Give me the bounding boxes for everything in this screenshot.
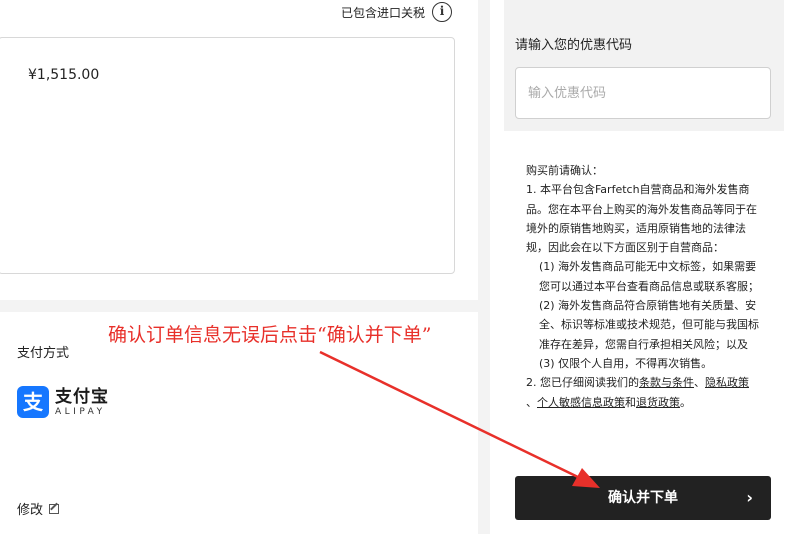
alipay-name-cn: 支付宝 [55, 386, 109, 407]
checkout-sidebar: 请输入您的优惠代码 购买前请确认： 1. 本平台包含Farfetch自营商品和海… [490, 0, 793, 534]
order-total-price: ¥1,515.00 [28, 67, 100, 83]
info-icon[interactable]: i [432, 2, 452, 22]
confirm-order-button[interactable]: 确认并下单 › [515, 476, 771, 520]
alipay-logo: 支 支付宝 ALIPAY [17, 386, 109, 418]
confirm-order-label: 确认并下单 [608, 490, 678, 506]
notice-item-1: 1. 本平台包含Farfetch自营商品和海外发售商品。您在本平台上购买的海外发… [526, 183, 757, 255]
chevron-right-icon: › [746, 488, 753, 507]
edit-label: 修改 [17, 503, 44, 518]
notice-sub-1: (1) 海外发售商品可能无中文标签，如果需要您可以通过本平台查看商品信息或联系客… [539, 260, 759, 293]
promo-code-label: 请输入您的优惠代码 [515, 38, 633, 53]
section-divider [0, 300, 478, 312]
instruction-annotation: 确认订单信息无误后点击“确认并下单” [108, 324, 432, 346]
alipay-name-en: ALIPAY [55, 406, 106, 417]
alipay-icon: 支 [17, 386, 49, 418]
return-policy-link[interactable]: 退货政策 [636, 396, 680, 409]
notice-sub-3: (3) 仅限个人自用，不得再次销售。 [539, 356, 713, 370]
promo-code-section: 请输入您的优惠代码 [504, 0, 784, 131]
notice-item-2: 2. 您已仔细阅读我们的条款与条件、隐私政策 、个人敏感信息政策和退货政策。 [526, 376, 749, 409]
notice-sub-2: (2) 海外发售商品符合原销售地有关质量、安全、标识等标准或技术规范，但可能与我… [539, 299, 759, 351]
privacy-policy-link[interactable]: 隐私政策 [705, 376, 749, 389]
payment-method-title: 支付方式 [17, 346, 70, 361]
column-divider [478, 0, 490, 534]
order-summary-panel: 已包含进口关税 i ¥1,515.00 支付方式 支 支付宝 ALIPAY 修改 [0, 0, 478, 534]
sensitive-info-policy-link[interactable]: 个人敏感信息政策 [537, 396, 625, 409]
terms-link[interactable]: 条款与条件 [639, 376, 694, 389]
promo-code-input[interactable] [515, 67, 771, 119]
tax-included-note: 已包含进口关税 [340, 6, 425, 20]
edit-icon [49, 503, 60, 514]
edit-payment-link[interactable]: 修改 [17, 499, 60, 518]
notice-heading: 购买前请确认： [526, 164, 603, 177]
purchase-notice: 购买前请确认： 1. 本平台包含Farfetch自营商品和海外发售商品。您在本平… [526, 161, 761, 412]
